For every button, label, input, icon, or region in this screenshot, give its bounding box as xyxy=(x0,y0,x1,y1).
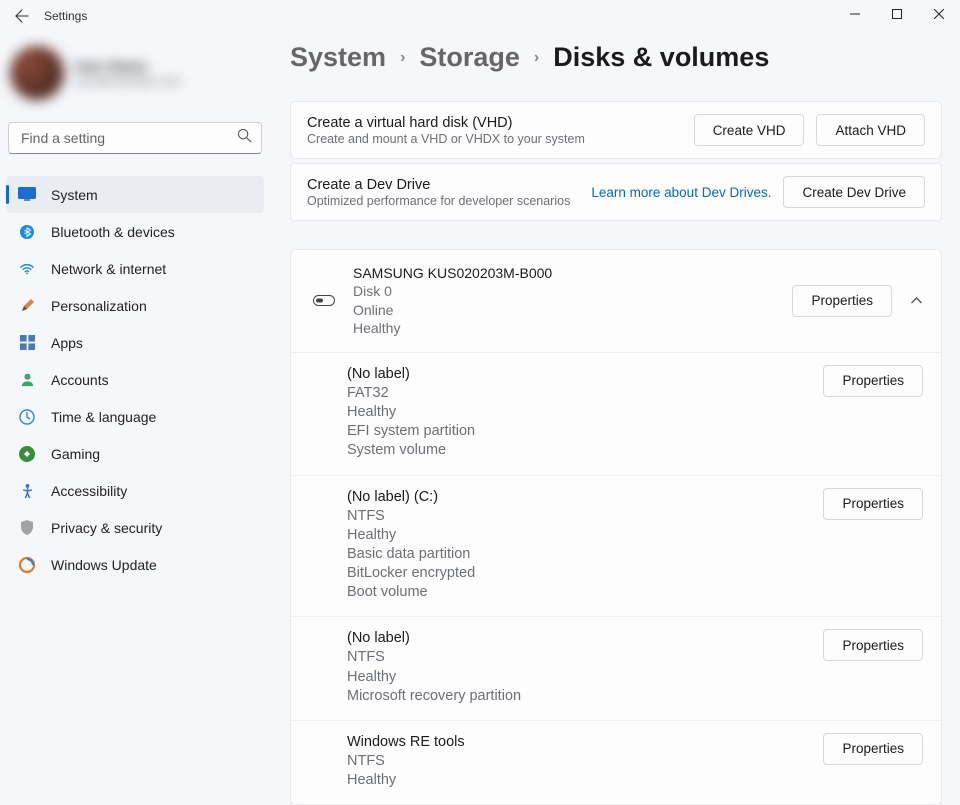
chevron-right-icon: › xyxy=(400,49,405,67)
volume-name: Windows RE tools xyxy=(347,733,823,752)
shield-icon xyxy=(18,519,36,537)
chevron-up-icon[interactable] xyxy=(910,292,923,310)
arrow-left-icon xyxy=(15,9,29,23)
volume-line: Microsoft recovery partition xyxy=(347,687,823,706)
profile-email: user@example.com xyxy=(74,74,181,88)
disk-header[interactable]: SAMSUNG KUS020203M-B000 Disk 0 Online He… xyxy=(291,250,941,353)
volume-line: Boot volume xyxy=(347,583,823,602)
devdrive-link[interactable]: Learn more about Dev Drives. xyxy=(591,185,771,200)
volume-row: Windows RE tools NTFS Healthy Properties xyxy=(291,721,941,804)
sidebar-item-label: Bluetooth & devices xyxy=(51,224,175,240)
search-input[interactable] xyxy=(8,122,262,154)
accessibility-icon xyxy=(18,482,36,500)
sidebar: System Bluetooth & devices Network & int… xyxy=(6,176,264,583)
sidebar-item-system[interactable]: System xyxy=(6,176,264,213)
search-icon xyxy=(237,128,252,148)
volume-name: (No label) (C:) xyxy=(347,488,823,507)
chevron-right-icon: › xyxy=(534,49,539,67)
breadcrumb-system[interactable]: System xyxy=(290,42,386,73)
sidebar-item-label: Accounts xyxy=(51,372,109,388)
sidebar-item-network[interactable]: Network & internet xyxy=(6,250,264,287)
gaming-icon xyxy=(18,445,36,463)
sidebar-item-apps[interactable]: Apps xyxy=(6,324,264,361)
volume-health: Healthy xyxy=(347,526,823,545)
sidebar-item-privacy[interactable]: Privacy & security xyxy=(6,509,264,546)
sidebar-item-gaming[interactable]: Gaming xyxy=(6,435,264,472)
volume-row: (No label) (C:) NTFS Healthy Basic data … xyxy=(291,476,941,618)
bluetooth-icon xyxy=(18,223,36,241)
update-icon xyxy=(18,556,36,574)
profile-block[interactable]: User Name user@example.com xyxy=(10,46,181,100)
volume-health: Healthy xyxy=(347,668,823,687)
volume-fs: FAT32 xyxy=(347,384,823,403)
sidebar-item-label: Apps xyxy=(51,335,83,351)
disk-state: Online xyxy=(353,301,792,319)
volume-line: EFI system partition xyxy=(347,422,823,441)
apps-icon xyxy=(18,334,36,352)
sidebar-item-label: Time & language xyxy=(51,409,156,425)
volume-properties-button[interactable]: Properties xyxy=(823,365,923,397)
minimize-button[interactable] xyxy=(834,0,876,28)
disk-icon xyxy=(309,295,339,307)
back-button[interactable] xyxy=(8,2,36,30)
person-icon xyxy=(18,371,36,389)
monitor-icon xyxy=(18,186,36,204)
devdrive-card: Create a Dev Drive Optimized performance… xyxy=(290,163,942,221)
volume-line: BitLocker encrypted xyxy=(347,564,823,583)
sidebar-item-label: Personalization xyxy=(51,298,147,314)
volume-line: Basic data partition xyxy=(347,545,823,564)
sidebar-item-label: Windows Update xyxy=(51,557,157,573)
create-devdrive-button[interactable]: Create Dev Drive xyxy=(783,176,925,208)
volume-fs: NTFS xyxy=(347,752,823,771)
disk-name: SAMSUNG KUS020203M-B000 xyxy=(353,264,792,282)
page-title: Disks & volumes xyxy=(553,42,769,73)
sidebar-item-label: Accessibility xyxy=(51,483,127,499)
paintbrush-icon xyxy=(18,297,36,315)
volume-properties-button[interactable]: Properties xyxy=(823,488,923,520)
vhd-subtitle: Create and mount a VHD or VHDX to your s… xyxy=(307,132,682,146)
avatar xyxy=(10,46,64,100)
volume-line: System volume xyxy=(347,441,823,460)
profile-name: User Name xyxy=(74,58,181,74)
devdrive-title: Create a Dev Drive xyxy=(307,177,579,193)
wifi-icon xyxy=(18,260,36,278)
sidebar-item-label: Gaming xyxy=(51,446,100,462)
volume-properties-button[interactable]: Properties xyxy=(823,733,923,765)
sidebar-item-time-language[interactable]: Time & language xyxy=(6,398,264,435)
sidebar-item-accessibility[interactable]: Accessibility xyxy=(6,472,264,509)
sidebar-item-personalization[interactable]: Personalization xyxy=(6,287,264,324)
volume-fs: NTFS xyxy=(347,507,823,526)
volume-row: (No label) NTFS Healthy Microsoft recove… xyxy=(291,617,941,721)
devdrive-subtitle: Optimized performance for developer scen… xyxy=(307,194,579,208)
volume-name: (No label) xyxy=(347,629,823,648)
close-button[interactable] xyxy=(918,0,960,28)
volume-name: (No label) xyxy=(347,365,823,384)
sidebar-item-label: System xyxy=(51,187,98,203)
volume-fs: NTFS xyxy=(347,648,823,667)
vhd-card: Create a virtual hard disk (VHD) Create … xyxy=(290,101,942,159)
sidebar-item-accounts[interactable]: Accounts xyxy=(6,361,264,398)
sidebar-item-label: Network & internet xyxy=(51,261,166,277)
vhd-title: Create a virtual hard disk (VHD) xyxy=(307,115,682,131)
disk-health: Healthy xyxy=(353,319,792,337)
volume-health: Healthy xyxy=(347,403,823,422)
disk-id: Disk 0 xyxy=(353,282,792,300)
volume-health: Healthy xyxy=(347,771,823,790)
app-title: Settings xyxy=(44,9,87,23)
breadcrumb: System › Storage › Disks & volumes xyxy=(290,42,942,73)
sidebar-item-update[interactable]: Windows Update xyxy=(6,546,264,583)
maximize-button[interactable] xyxy=(876,0,918,28)
sidebar-item-bluetooth[interactable]: Bluetooth & devices xyxy=(6,213,264,250)
attach-vhd-button[interactable]: Attach VHD xyxy=(816,114,925,146)
volume-properties-button[interactable]: Properties xyxy=(823,629,923,661)
sidebar-item-label: Privacy & security xyxy=(51,520,162,536)
clock-globe-icon xyxy=(18,408,36,426)
disk-properties-button[interactable]: Properties xyxy=(792,285,892,317)
create-vhd-button[interactable]: Create VHD xyxy=(694,114,805,146)
breadcrumb-storage[interactable]: Storage xyxy=(419,42,520,73)
volume-row: (No label) FAT32 Healthy EFI system part… xyxy=(291,353,941,476)
